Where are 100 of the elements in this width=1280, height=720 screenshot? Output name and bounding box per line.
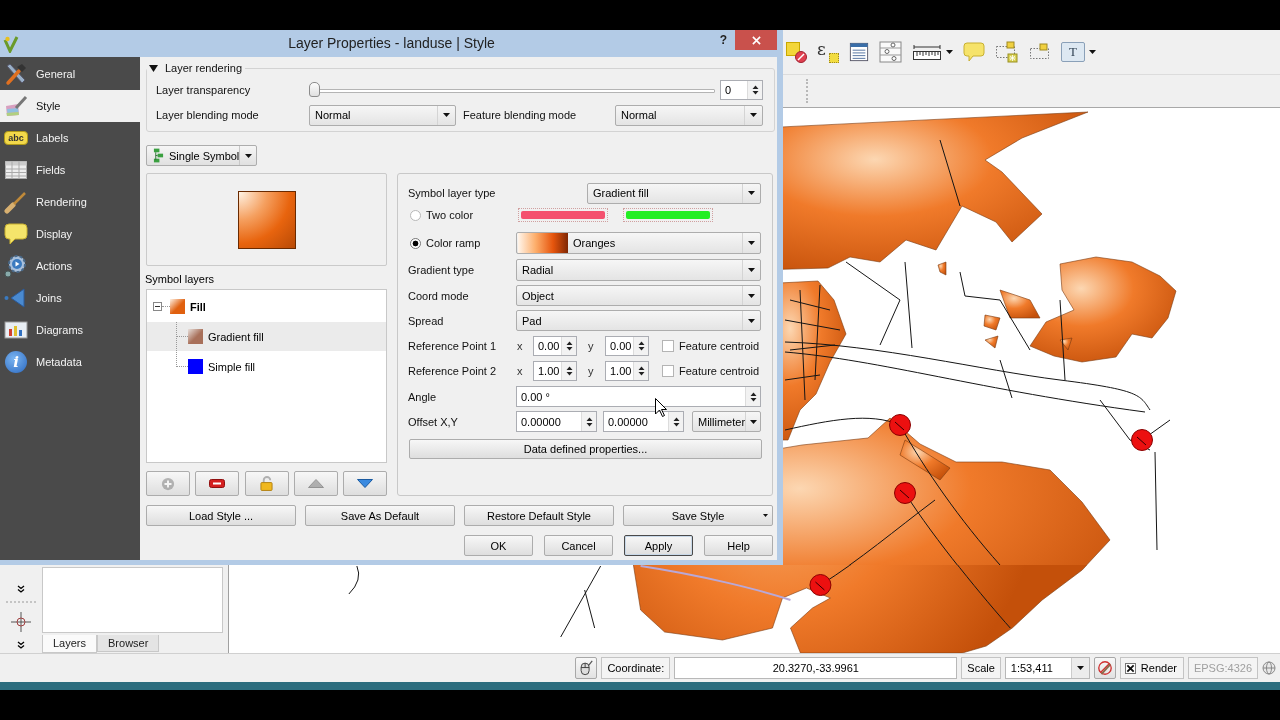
sidebar-item[interactable]: Style: [0, 90, 140, 122]
spin-arrows-icon[interactable]: [672, 415, 680, 428]
render-label: Render: [1140, 662, 1177, 674]
table-icon: [4, 158, 28, 182]
style-button[interactable]: Save Style: [623, 505, 773, 526]
dialog-button[interactable]: Apply: [624, 535, 693, 556]
angle-label: Angle: [408, 390, 438, 403]
feature-blending-label: Feature blending mode: [463, 109, 578, 121]
feature-blending-combo[interactable]: Normal: [615, 104, 763, 126]
sidebar-item[interactable]: General: [0, 58, 140, 90]
tree-item[interactable]: Fill: [147, 292, 386, 321]
transparency-label: Layer transparency: [156, 84, 252, 96]
down-triangle-icon: [357, 479, 373, 488]
spin-arrows-icon[interactable]: [637, 340, 645, 352]
ramp-swatch-icon: [518, 233, 568, 253]
radio-button[interactable]: [410, 237, 421, 249]
dialog-button[interactable]: OK: [464, 535, 533, 556]
caret-icon[interactable]: [748, 293, 755, 298]
square-prohibited-icon[interactable]: [785, 41, 807, 63]
color-ramp-combo[interactable]: Oranges: [516, 232, 761, 254]
spin-arrows-icon[interactable]: [749, 390, 757, 403]
sidebar-item[interactable]: Actions: [0, 250, 140, 282]
caret-icon[interactable]: [443, 113, 450, 117]
tree-item[interactable]: Gradient fill: [147, 322, 386, 351]
spin-arrows-icon[interactable]: [565, 340, 573, 352]
y-spinbox[interactable]: 1.00: [605, 361, 649, 381]
close-button[interactable]: [735, 30, 777, 50]
dotted-frame-icon[interactable]: [995, 41, 1019, 63]
data-defined-button[interactable]: Data defined properties...: [409, 439, 762, 459]
table-icon[interactable]: [849, 42, 869, 62]
style-button[interactable]: Save As Default: [305, 505, 455, 526]
dialog-button[interactable]: Help: [704, 535, 773, 556]
checkbox[interactable]: [662, 365, 674, 377]
caret-icon[interactable]: [749, 419, 757, 424]
minus-icon: [209, 479, 226, 488]
reference-point-label: Reference Point 1: [408, 340, 498, 352]
spin-arrows-icon[interactable]: [751, 84, 759, 96]
tree-item[interactable]: Simple fill: [147, 352, 386, 381]
sidebar-item[interactable]: i Metadata: [0, 346, 140, 378]
x-spinbox[interactable]: 0.00: [533, 336, 577, 356]
coord-mode-label: Coord mode: [408, 289, 470, 302]
layer-blending-label: Layer blending mode: [156, 109, 260, 121]
spin-arrows-icon[interactable]: [585, 415, 593, 428]
style-button[interactable]: Load Style ...: [146, 505, 296, 526]
sidebar-item[interactable]: Display: [0, 218, 140, 250]
caret-icon[interactable]: [748, 241, 755, 245]
caret-icon[interactable]: [1076, 666, 1084, 670]
panel-tab[interactable]: Layers: [42, 635, 98, 653]
style-button[interactable]: Restore Default Style: [464, 505, 614, 526]
gradient-type-combo[interactable]: Radial: [516, 259, 761, 281]
globe-icon[interactable]: [1262, 661, 1276, 675]
help-button[interactable]: ?: [719, 31, 727, 49]
move-down-button[interactable]: [343, 471, 387, 496]
sliders-icon[interactable]: [879, 41, 902, 63]
offset-x-spinbox[interactable]: 0.00000: [516, 411, 597, 432]
caret-icon[interactable]: [748, 268, 755, 272]
caret-icon[interactable]: [748, 318, 755, 323]
offset-unit-combo[interactable]: Millimeter: [692, 411, 761, 432]
transparency-slider[interactable]: [309, 81, 715, 99]
caret-icon[interactable]: [750, 113, 757, 117]
coordinate-toggle-button[interactable]: [575, 657, 598, 679]
x-spinbox[interactable]: 1.00: [533, 361, 577, 381]
layer-type-combo[interactable]: Gradient fill: [587, 182, 761, 204]
angle-spinbox[interactable]: 0.00 °: [516, 386, 761, 407]
brush-prohibited-icon: [1096, 660, 1113, 676]
checkbox-label: Feature centroid: [679, 340, 760, 352]
double-chevron-icon[interactable]: [17, 585, 25, 593]
info-icon: i: [5, 351, 27, 373]
double-chevron-icon[interactable]: [17, 641, 25, 649]
up-triangle-icon: [307, 479, 324, 488]
stop-render-button[interactable]: [1093, 657, 1116, 679]
spin-arrows-icon[interactable]: [565, 365, 573, 377]
layer-rendering-toggle[interactable]: Layer rendering: [147, 61, 243, 75]
slider-handle[interactable]: [309, 82, 320, 97]
collapse-icon[interactable]: [153, 302, 162, 311]
spin-arrows-icon[interactable]: [637, 365, 645, 377]
sidebar-item[interactable]: abc Labels: [0, 122, 140, 154]
layer-blending-combo[interactable]: Normal: [309, 104, 456, 126]
sidebar-item[interactable]: Joins: [0, 282, 140, 314]
x-label: x: [516, 340, 524, 352]
render-checkbox[interactable]: [1124, 662, 1136, 674]
transparency-spinbox[interactable]: 0: [720, 80, 763, 100]
coordinate-field[interactable]: 20.3270,-33.9961: [674, 657, 958, 679]
sidebar-item[interactable]: Diagrams: [0, 314, 140, 346]
scale-combo[interactable]: 1:53,411: [1004, 657, 1090, 679]
renderer-combo[interactable]: Single Symbol: [146, 145, 257, 166]
sidebar-item[interactable]: Fields: [0, 154, 140, 186]
caret-icon[interactable]: [244, 153, 252, 158]
y-spinbox[interactable]: 0.00: [605, 336, 649, 356]
spread-combo[interactable]: Pad: [516, 310, 761, 331]
dialog-button[interactable]: Cancel: [544, 535, 613, 556]
sidebar-item[interactable]: Rendering: [0, 186, 140, 218]
checkbox[interactable]: [662, 340, 674, 352]
remove-layer-button[interactable]: [195, 471, 240, 496]
crosshair-icon[interactable]: [10, 611, 32, 633]
coord-mode-combo[interactable]: Object: [516, 285, 761, 306]
caret-icon[interactable]: [748, 191, 755, 195]
panel-tab[interactable]: Browser: [97, 635, 160, 652]
offset-y-spinbox[interactable]: 0.00000: [603, 411, 684, 432]
radio-button[interactable]: [410, 209, 421, 221]
